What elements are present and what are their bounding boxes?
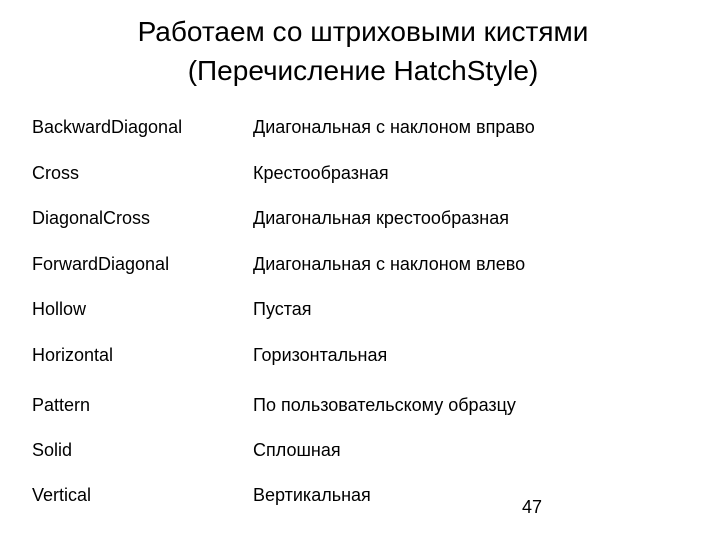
description: По пользовательскому образцу xyxy=(253,395,516,415)
slide-title-line-2: (Перечисление HatchStyle) xyxy=(187,55,539,86)
description: Крестообразная xyxy=(253,163,389,183)
description: Диагональная с наклоном влево xyxy=(253,254,526,274)
list-item: Solid Сплошная xyxy=(0,437,720,463)
term: Hollow xyxy=(32,299,87,319)
list-item: Vertical Вертикальная xyxy=(0,482,720,508)
term: Cross xyxy=(32,163,80,183)
slide-title: Работаем со штриховыми кистями (Перечисл… xyxy=(0,12,720,90)
list-item: Cross Крестообразная xyxy=(0,160,720,186)
list-item: ForwardDiagonal Диагональная с наклоном … xyxy=(0,251,720,277)
term: Pattern xyxy=(32,395,91,415)
list-item: Hollow Пустая xyxy=(0,296,720,322)
description: Сплошная xyxy=(253,440,341,460)
list-item: Pattern По пользовательскому образцу xyxy=(0,392,720,418)
term: Vertical xyxy=(32,485,92,505)
term: BackwardDiagonal xyxy=(32,117,183,137)
term: DiagonalCross xyxy=(32,208,151,228)
slide-title-line-1: Работаем со штриховыми кистями xyxy=(137,16,589,47)
page-number: 47 xyxy=(522,497,543,517)
description: Диагональная крестообразная xyxy=(253,208,510,228)
list-item: BackwardDiagonal Диагональная с наклоном… xyxy=(0,114,720,140)
description: Вертикальная xyxy=(253,485,371,505)
description: Горизонтальная xyxy=(253,345,388,365)
list-item: DiagonalCross Диагональная крестообразна… xyxy=(0,205,720,231)
term: Horizontal xyxy=(32,345,114,365)
list-item: Horizontal Горизонтальная xyxy=(0,342,720,368)
description: Пустая xyxy=(253,299,312,319)
description: Диагональная с наклоном вправо xyxy=(253,117,535,137)
term: ForwardDiagonal xyxy=(32,254,170,274)
term: Solid xyxy=(32,440,73,460)
